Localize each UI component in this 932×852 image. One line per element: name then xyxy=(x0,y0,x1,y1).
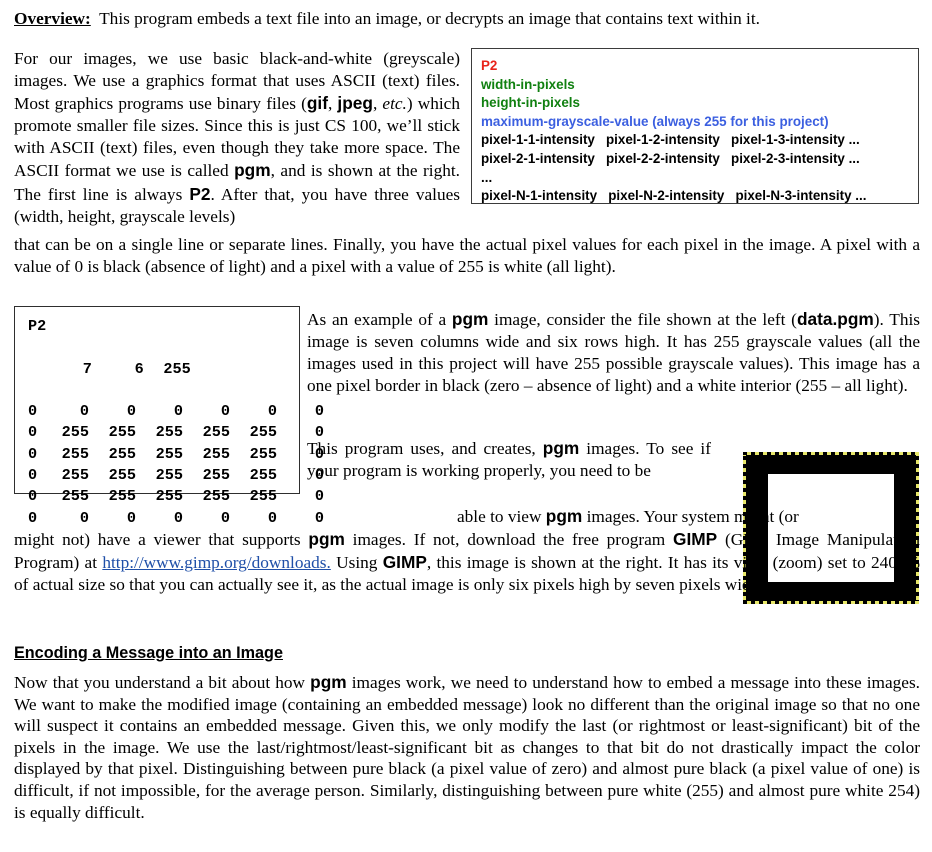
gimp-download-link[interactable]: http://www.gimp.org/downloads. xyxy=(102,553,331,572)
pixel-cell: 0 xyxy=(267,402,277,421)
pixel-cell: 255 xyxy=(155,466,183,485)
encoding-seg-1: Now that you understand a bit about how xyxy=(14,673,311,692)
intro-etc: etc. xyxy=(382,94,407,114)
format-line-pixel-row-1: pixel-1-1-intensity pixel-1-2-intensity … xyxy=(481,132,860,148)
gimp-pgm: pgm xyxy=(308,529,345,550)
pixel-cell: 255 xyxy=(155,444,183,463)
gimp-paragraph: able to view pgm images. Your system mig… xyxy=(14,505,920,596)
pixel-cell: 0 xyxy=(220,402,230,421)
data-pgm-box: P2 7 6 255 0 0 0 0 0 0 0 0 255 255 255 255 255 0 0 255 2… xyxy=(14,306,324,527)
data-header-row: 7 6 255 xyxy=(28,337,299,401)
pixel-cell: 0 xyxy=(28,423,38,442)
data-pixel-row: 0 0 0 0 0 0 0 xyxy=(28,401,324,422)
format-line-magic: P2 xyxy=(481,58,498,73)
encoding-paragraph: Now that you understand a bit about how … xyxy=(14,672,920,823)
format-line-height: height-in-pixels xyxy=(481,95,580,111)
gimp-line1-seg-1: able to view xyxy=(457,507,546,526)
continuation-paragraph: that can be on a single line or separate… xyxy=(14,234,920,278)
example-seg-2: image, consider the file shown at the le… xyxy=(488,310,797,329)
pixel-cell: 255 xyxy=(61,466,89,485)
pixel-cell: 255 xyxy=(249,466,277,485)
magic-number-p2: P2 xyxy=(189,183,211,204)
format-line-width: width-in-pixels xyxy=(481,76,575,92)
pixel-cell: 0 xyxy=(126,402,136,421)
intro-comma-2: , xyxy=(372,94,383,114)
format-line-pixel-row-n: pixel-N-1-intensity pixel-N-2-intensity … xyxy=(481,188,867,204)
format-jpeg: jpeg xyxy=(337,93,373,114)
example-paragraph: As an example of a pgm image, consider t… xyxy=(307,308,920,397)
pixel-cell: 255 xyxy=(202,466,230,485)
data-pixel-row: 0 255 255 255 255 255 0 xyxy=(28,465,324,486)
data-pixel-row: 0 255 255 255 255 255 0 xyxy=(28,444,324,465)
gimp-line1-pgm: pgm xyxy=(545,506,583,526)
data-pixel-row: 0 255 255 255 255 255 0 xyxy=(28,422,324,443)
pixel-cell: 255 xyxy=(61,423,89,442)
format-pgm: pgm xyxy=(234,160,271,181)
encoding-seg-2: images work, we need to understand how t… xyxy=(14,673,920,822)
pixel-cell: 0 xyxy=(28,466,38,485)
gimp-seg-2: images. If not, download the free progra… xyxy=(344,530,673,550)
program-paragraph: This program uses, and creates, pgm imag… xyxy=(307,437,711,482)
program-pgm: pgm xyxy=(542,438,580,458)
pixel-cell: 255 xyxy=(108,423,136,442)
gimp-name-1: GIMP xyxy=(673,529,718,550)
encoding-section-heading: Encoding a Message into an Image xyxy=(14,644,283,662)
data-height: 6 xyxy=(134,359,144,378)
data-magic-number: P2 xyxy=(28,317,47,335)
example-pgm: pgm xyxy=(451,309,489,329)
pixel-cell: 255 xyxy=(108,466,136,485)
gimp-line1-seg-2: images. Your system might (or xyxy=(582,507,799,526)
example-seg-1: As an example of a xyxy=(307,310,452,329)
data-maxval: 255 xyxy=(163,359,191,378)
gimp-seg-1: might not) have a viewer that supports xyxy=(14,530,309,550)
intro-paragraph: For our images, we use basic black-and-w… xyxy=(14,48,460,228)
format-line-ellipsis: ... xyxy=(481,169,493,185)
gimp-seg-4: Using xyxy=(330,553,383,573)
pixel-cell: 255 xyxy=(155,423,183,442)
pixel-cell: 0 xyxy=(173,402,183,421)
pixel-cell: 0 xyxy=(28,444,38,463)
pgm-format-box: P2 width-in-pixels height-in-pixels maxi… xyxy=(471,48,919,204)
pixel-cell: 255 xyxy=(249,444,277,463)
pixel-cell: 255 xyxy=(61,444,89,463)
document-page: Overview: This program embeds a text fil… xyxy=(0,0,932,852)
program-seg-1: This program uses, and creates, xyxy=(307,439,543,458)
pixel-cell: 0 xyxy=(79,402,89,421)
format-line-pixel-row-2: pixel-2-1-intensity pixel-2-2-intensity … xyxy=(481,150,860,166)
pixel-cell: 255 xyxy=(249,423,277,442)
continuation-text: that can be on a single line or separate… xyxy=(14,235,920,277)
format-gif: gif xyxy=(306,93,328,114)
overview-text: This program embeds a text file into an … xyxy=(99,9,760,28)
pixel-cell: 255 xyxy=(202,423,230,442)
overview-line: Overview: This program embeds a text fil… xyxy=(14,8,920,30)
gimp-name-2: GIMP xyxy=(382,552,427,573)
intro-comma-1: , xyxy=(327,94,338,114)
pixel-cell: 0 xyxy=(314,402,324,421)
example-filename: data.pgm xyxy=(796,309,874,329)
overview-label: Overview: xyxy=(14,9,91,28)
pixel-cell: 0 xyxy=(28,402,38,421)
data-width: 7 xyxy=(82,359,92,378)
format-line-maxval: maximum-grayscale-value (always 255 for … xyxy=(481,113,829,129)
pixel-cell: 255 xyxy=(108,444,136,463)
pixel-cell: 255 xyxy=(202,444,230,463)
encoding-pgm: pgm xyxy=(310,672,347,692)
